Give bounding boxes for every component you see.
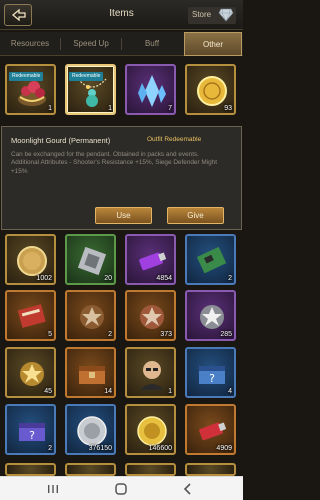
recent-apps-icon[interactable]	[45, 481, 61, 497]
item-slot[interactable]	[125, 463, 176, 476]
bronze-star-badge-icon	[80, 305, 104, 329]
item-name: Moonlight Gourd (Permanent)	[11, 136, 111, 145]
item-slot[interactable]: 7	[125, 64, 176, 115]
item-slot[interactable]: 20	[65, 234, 116, 285]
redeemable-badge: Redeemable	[69, 72, 104, 81]
item-status: Outfit Redeemable	[147, 136, 202, 143]
item-slot[interactable]: 45	[5, 347, 56, 398]
app-header: Items Store	[0, 0, 243, 30]
red-book-icon	[17, 304, 46, 328]
commander-portrait-icon	[140, 361, 164, 390]
item-slot[interactable]: 2	[65, 290, 116, 341]
svg-text:?: ?	[209, 372, 215, 385]
back-icon[interactable]	[180, 481, 196, 497]
item-slot[interactable]: 285	[185, 290, 236, 341]
item-slot[interactable]: 2	[185, 234, 236, 285]
gold-token-icon	[137, 416, 167, 446]
item-count: 4909	[216, 445, 232, 452]
item-slot[interactable]: 146600	[125, 404, 176, 455]
blue-crystal-icon	[138, 75, 166, 107]
tab-resources[interactable]: Resources	[0, 32, 60, 56]
home-icon[interactable]	[113, 481, 129, 497]
item-slot[interactable]	[185, 463, 236, 476]
item-count: 7	[168, 105, 172, 112]
item-slot[interactable]: 373	[125, 290, 176, 341]
item-slot[interactable]: 93	[185, 64, 236, 115]
item-count: 373	[160, 331, 172, 338]
system-nav-bar	[0, 476, 243, 500]
silver-chip-icon	[77, 246, 107, 276]
circuit-board-icon	[196, 246, 227, 274]
tab-speed-up[interactable]: Speed Up	[61, 32, 121, 56]
item-slot[interactable]: 376150	[65, 404, 116, 455]
tab-other[interactable]: Other	[184, 32, 242, 56]
silver-token-icon	[77, 416, 107, 446]
item-count: 5	[48, 331, 52, 338]
item-count: 14	[104, 388, 112, 395]
item-slot[interactable]	[65, 463, 116, 476]
item-count: 2	[108, 331, 112, 338]
item-detail-panel: Moonlight Gourd (Permanent) Outfit Redee…	[1, 126, 242, 230]
item-count: 1	[108, 105, 112, 112]
item-slot[interactable]: 4909	[185, 404, 236, 455]
item-slot[interactable]: ? 2	[5, 404, 56, 455]
item-count: 20	[104, 275, 112, 282]
item-count: 93	[224, 105, 232, 112]
item-count: 45	[44, 388, 52, 395]
item-description: Can be exchanged for the pendant. Obtain…	[11, 151, 235, 176]
gold-coin-icon	[197, 76, 227, 106]
item-slot[interactable]: 4854	[125, 234, 176, 285]
gold-medal-icon	[17, 246, 47, 276]
item-description-text: Can be exchanged for the pendant. Obtain…	[11, 151, 199, 158]
item-slot[interactable]: 14	[65, 347, 116, 398]
purple-usb-icon	[139, 252, 167, 271]
item-count: 1	[48, 105, 52, 112]
item-count: 2	[48, 445, 52, 452]
give-button[interactable]: Give	[167, 207, 224, 224]
item-slot[interactable]: 1002	[5, 234, 56, 285]
store-label: Store	[192, 10, 212, 19]
item-slot[interactable]: Redeemable 1	[5, 64, 56, 115]
item-count: 1002	[36, 275, 52, 282]
item-slot[interactable]: ? 4	[185, 347, 236, 398]
item-slot[interactable]	[5, 463, 56, 476]
silver-star-badge-icon	[200, 305, 224, 329]
mystery-box-icon: ?	[199, 366, 225, 385]
item-count: 4	[228, 388, 232, 395]
purple-mystery-box-icon: ?	[19, 423, 45, 442]
item-slot[interactable]: 1	[125, 347, 176, 398]
tab-buff[interactable]: Buff	[122, 32, 182, 56]
gem-icon	[218, 8, 234, 22]
red-usb-icon	[199, 422, 227, 441]
copper-star-badge-icon	[140, 305, 164, 329]
item-count: 376150	[88, 445, 112, 452]
item-count: 1	[168, 388, 172, 395]
item-slot[interactable]: 5	[5, 290, 56, 341]
item-attributes: Additional Attributes - Shooter's Resist…	[11, 159, 218, 175]
item-slot-selected[interactable]: Redeemable 1	[65, 64, 116, 115]
item-count: 146600	[148, 445, 172, 452]
redeemable-badge: Redeemable	[9, 72, 44, 81]
use-button[interactable]: Use	[95, 207, 152, 224]
item-count: 285	[220, 331, 232, 338]
item-count: 2	[228, 275, 232, 282]
store-button[interactable]: Store	[188, 7, 236, 24]
category-tabs: Resources Speed Up Buff Other	[0, 32, 243, 56]
gold-star-badge-icon	[20, 362, 44, 386]
orange-crate-icon	[79, 366, 105, 384]
svg-text:?: ?	[29, 429, 35, 442]
item-count: 4854	[156, 275, 172, 282]
